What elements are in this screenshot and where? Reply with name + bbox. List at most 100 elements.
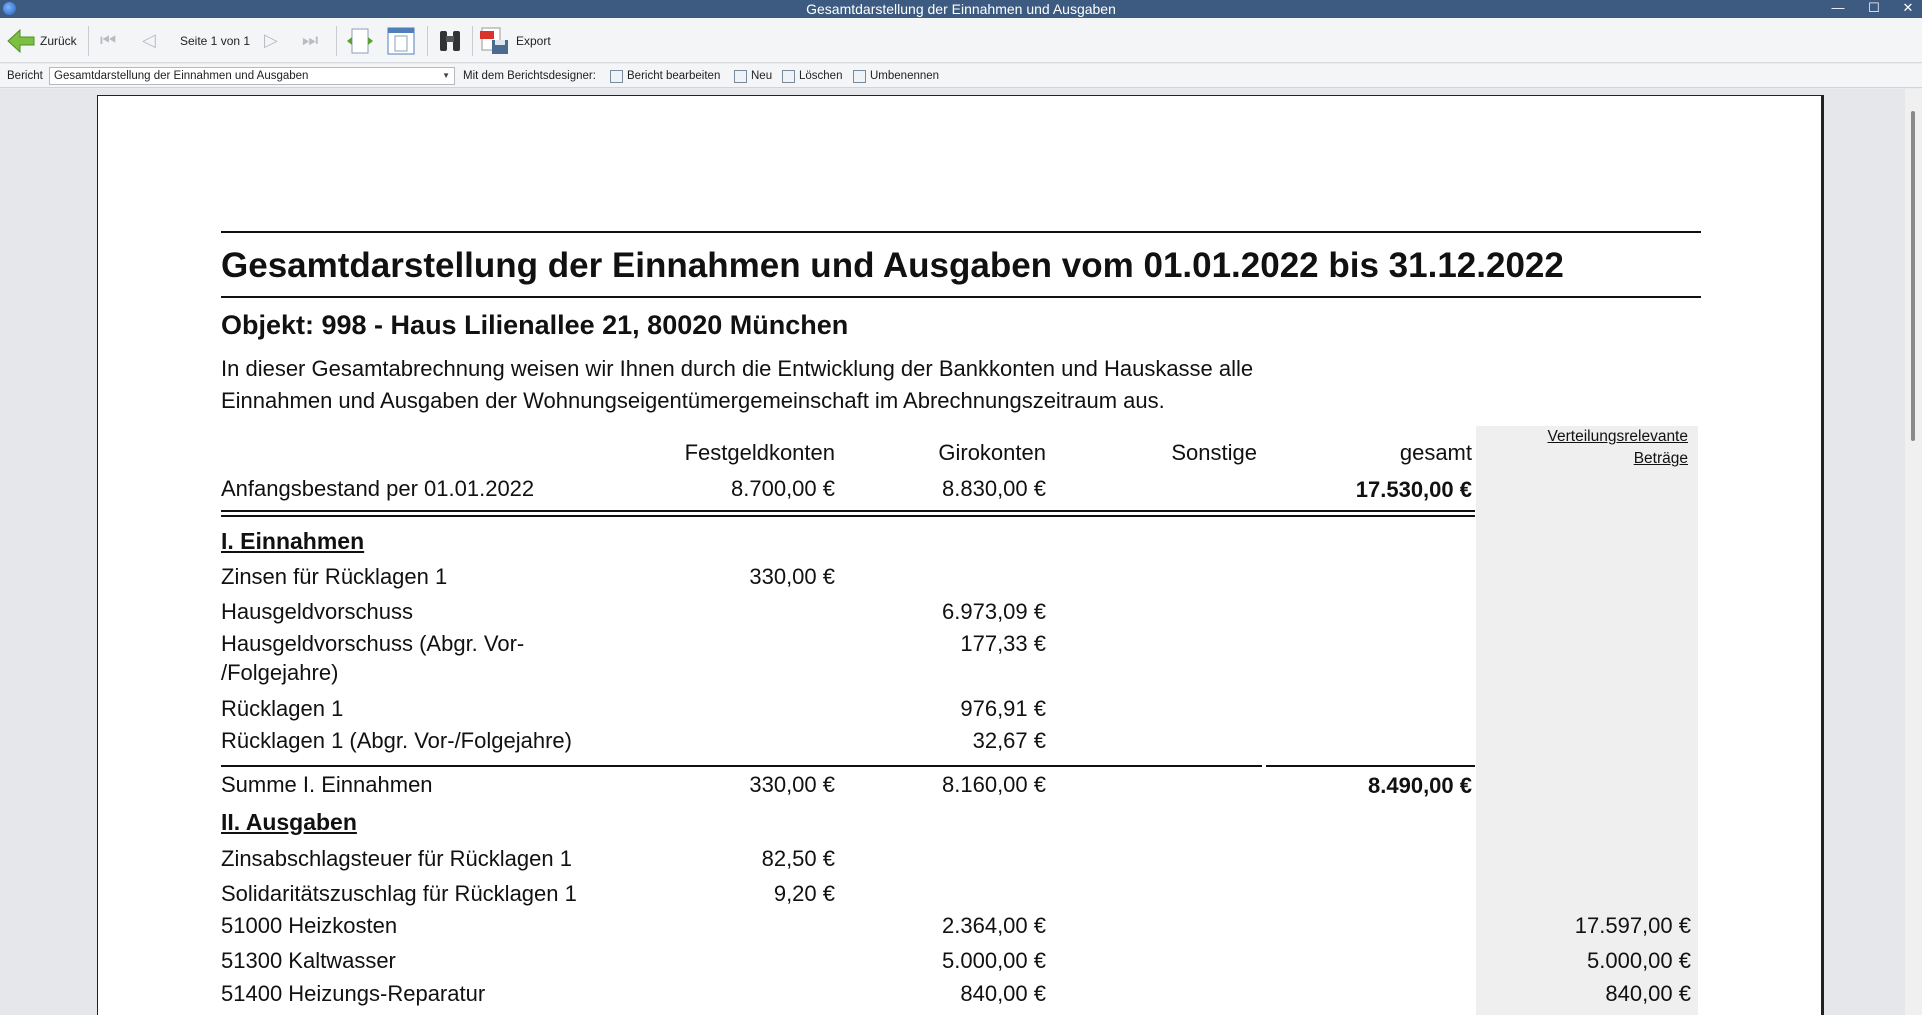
fit-width-icon [347, 28, 373, 53]
expense-row-label: 51000 Heizkosten [221, 913, 398, 938]
next-page-icon: ▷ [264, 30, 278, 50]
sum-rule-right [1266, 765, 1475, 767]
income-row-label: Rücklagen 1 [221, 696, 344, 721]
last-page-button[interactable]: ⏭ [302, 18, 318, 63]
rule-title-bottom [221, 296, 1701, 298]
prev-page-icon: ◁ [142, 30, 156, 50]
export-button[interactable]: Export [480, 18, 551, 63]
pdf-export-icon [480, 27, 508, 54]
edit-icon [610, 69, 623, 83]
income-row-giro: 32,67 € [972, 728, 1046, 753]
income-row-label-cont: /Folgejahre) [221, 660, 339, 685]
back-button[interactable]: Zurück [6, 18, 77, 63]
minimize-button[interactable]: — [1820, 0, 1856, 18]
expense-row: Zinsabschlagsteuer für Rücklagen 1 82,50… [221, 846, 1698, 878]
opening-gesamt: 17.530,00 € [1355, 477, 1472, 502]
search-button[interactable] [436, 18, 464, 63]
delete-icon [782, 69, 795, 83]
new-report-label: Neu [751, 70, 773, 82]
vertical-scrollbar[interactable] [1905, 89, 1922, 1015]
export-label: Export [516, 33, 551, 48]
window-titlebar: Gesamtdarstellung der Einnahmen und Ausg… [0, 0, 1922, 18]
expense-heading: II. Ausgaben [221, 809, 357, 835]
report-label: Bericht [7, 70, 43, 82]
report-select[interactable]: Gesamtdarstellung der Einnahmen und Ausg… [49, 67, 455, 85]
income-row-giro: 6.973,09 € [942, 599, 1046, 624]
income-row-giro: 177,33 € [960, 631, 1046, 656]
next-page-button[interactable]: ▷ [264, 18, 278, 63]
delete-report-button[interactable]: Löschen [782, 64, 842, 88]
maximize-button[interactable]: ☐ [1856, 0, 1892, 18]
first-page-button[interactable]: ⏮ [100, 18, 116, 63]
designer-label: Mit dem Berichtsdesigner: [463, 70, 596, 82]
expense-row-giro: 840,00 € [960, 981, 1046, 1006]
income-row: Rücklagen 1 976,91 € [221, 696, 1698, 728]
rename-report-button[interactable]: Umbenennen [853, 64, 939, 88]
income-row-label: Rücklagen 1 (Abgr. Vor-/Folgejahre) [221, 728, 572, 753]
back-label: Zurück [40, 33, 77, 48]
last-page-icon: ⏭ [302, 30, 319, 50]
binoculars-icon [440, 30, 460, 51]
edit-report-button[interactable]: Bericht bearbeiten [610, 64, 720, 88]
full-page-button[interactable] [386, 18, 416, 63]
income-heading: I. Einnahmen [221, 528, 365, 554]
expense-row-giro: 2.364,00 € [942, 913, 1046, 938]
income-row-label: Zinsen für Rücklagen 1 [221, 564, 448, 589]
report-select-value: Gesamtdarstellung der Einnahmen und Ausg… [54, 70, 309, 82]
double-rule-2 [221, 515, 1475, 517]
opening-row: Anfangsbestand per 01.01.2022 8.700,00 €… [221, 476, 1698, 508]
toolbar: Zurück ⏮ ◁ Seite 1 von 1 ▷ ⏭ Export [0, 18, 1922, 63]
close-button[interactable]: ✕ [1890, 0, 1922, 18]
expense-row: 51000 Heizkosten 2.364,00 € 17.597,00 € [221, 913, 1698, 945]
expense-row-label: Zinsabschlagsteuer für Rücklagen 1 [221, 846, 572, 871]
intro-line-1: In dieser Gesamtabrechnung weisen wir Ih… [221, 356, 1254, 381]
income-sum-gesamt: 8.490,00 € [1368, 773, 1472, 798]
income-sum-label: Summe I. Einnahmen [221, 772, 433, 797]
full-page-icon [387, 27, 415, 54]
column-headers: Festgeldkonten Girokonten Sonstige gesam… [221, 440, 1698, 472]
report-viewer: Gesamtdarstellung der Einnahmen und Ausg… [0, 89, 1922, 1015]
first-page-icon: ⏮ [100, 30, 117, 50]
income-row: Rücklagen 1 (Abgr. Vor-/Folgejahre) 32,6… [221, 728, 1698, 760]
report-bar: Bericht Gesamtdarstellung der Einnahmen … [0, 64, 1922, 88]
rule-top [221, 231, 1701, 233]
expense-row: 51400 Heizungs-Reparatur 840,00 € 840,00… [221, 981, 1698, 1013]
expense-row-fest: 82,50 € [761, 846, 835, 871]
rename-icon [853, 69, 866, 83]
expense-row-giro: 5.000,00 € [942, 948, 1046, 973]
window-title: Gesamtdarstellung der Einnahmen und Ausg… [806, 1, 1116, 17]
intro-line-2: Einnahmen und Ausgaben der Wohnungseigen… [221, 388, 1165, 413]
double-rule-1 [221, 510, 1475, 512]
expense-row-label: 51300 Kaltwasser [221, 948, 396, 973]
income-row-label: Hausgeldvorschuss (Abgr. Vor- [221, 631, 525, 656]
page-info: Seite 1 von 1 [180, 33, 251, 48]
new-report-button[interactable]: Neu [734, 64, 772, 88]
report-page: Gesamtdarstellung der Einnahmen und Ausg… [97, 95, 1822, 1015]
report-title: Gesamtdarstellung der Einnahmen und Ausg… [221, 246, 1564, 285]
income-sum-giro: 8.160,00 € [942, 772, 1046, 797]
arrow-left-icon [7, 28, 35, 53]
edit-report-label: Bericht bearbeiten [627, 70, 721, 82]
expense-row-dist: 5.000,00 € [1587, 948, 1691, 973]
scrollbar-thumb[interactable] [1911, 111, 1915, 441]
income-row-label: Hausgeldvorschuss [221, 599, 413, 624]
income-row: Hausgeldvorschuss (Abgr. Vor- /Folgejahr… [221, 631, 1698, 691]
expense-row-label: Solidaritätszuschlag für Rücklagen 1 [221, 881, 577, 906]
income-sum-row: Summe I. Einnahmen 330,00 € 8.160,00 € 8… [221, 772, 1698, 804]
intro-text: In dieser Gesamtabrechnung weisen wir Ih… [221, 353, 1421, 417]
income-row: Hausgeldvorschuss 6.973,09 € [221, 599, 1698, 631]
col-gesamt: gesamt [1399, 440, 1472, 465]
prev-page-button[interactable]: ◁ [142, 18, 156, 63]
expense-row-fest: 9,20 € [773, 881, 835, 906]
new-icon [734, 69, 747, 83]
chevron-down-icon: ▼ [442, 71, 450, 80]
page-width-button[interactable] [345, 18, 375, 63]
expense-row-dist: 840,00 € [1605, 981, 1691, 1006]
object-heading: Objekt: 998 - Haus Lilienallee 21, 80020… [221, 310, 849, 340]
sum-rule-left [221, 765, 1262, 767]
delete-report-label: Löschen [799, 70, 843, 82]
income-row-giro: 976,91 € [960, 696, 1046, 721]
rename-report-label: Umbenennen [870, 70, 940, 82]
opening-giro: 8.830,00 € [942, 476, 1046, 501]
income-row: Zinsen für Rücklagen 1 330,00 € [221, 564, 1698, 596]
